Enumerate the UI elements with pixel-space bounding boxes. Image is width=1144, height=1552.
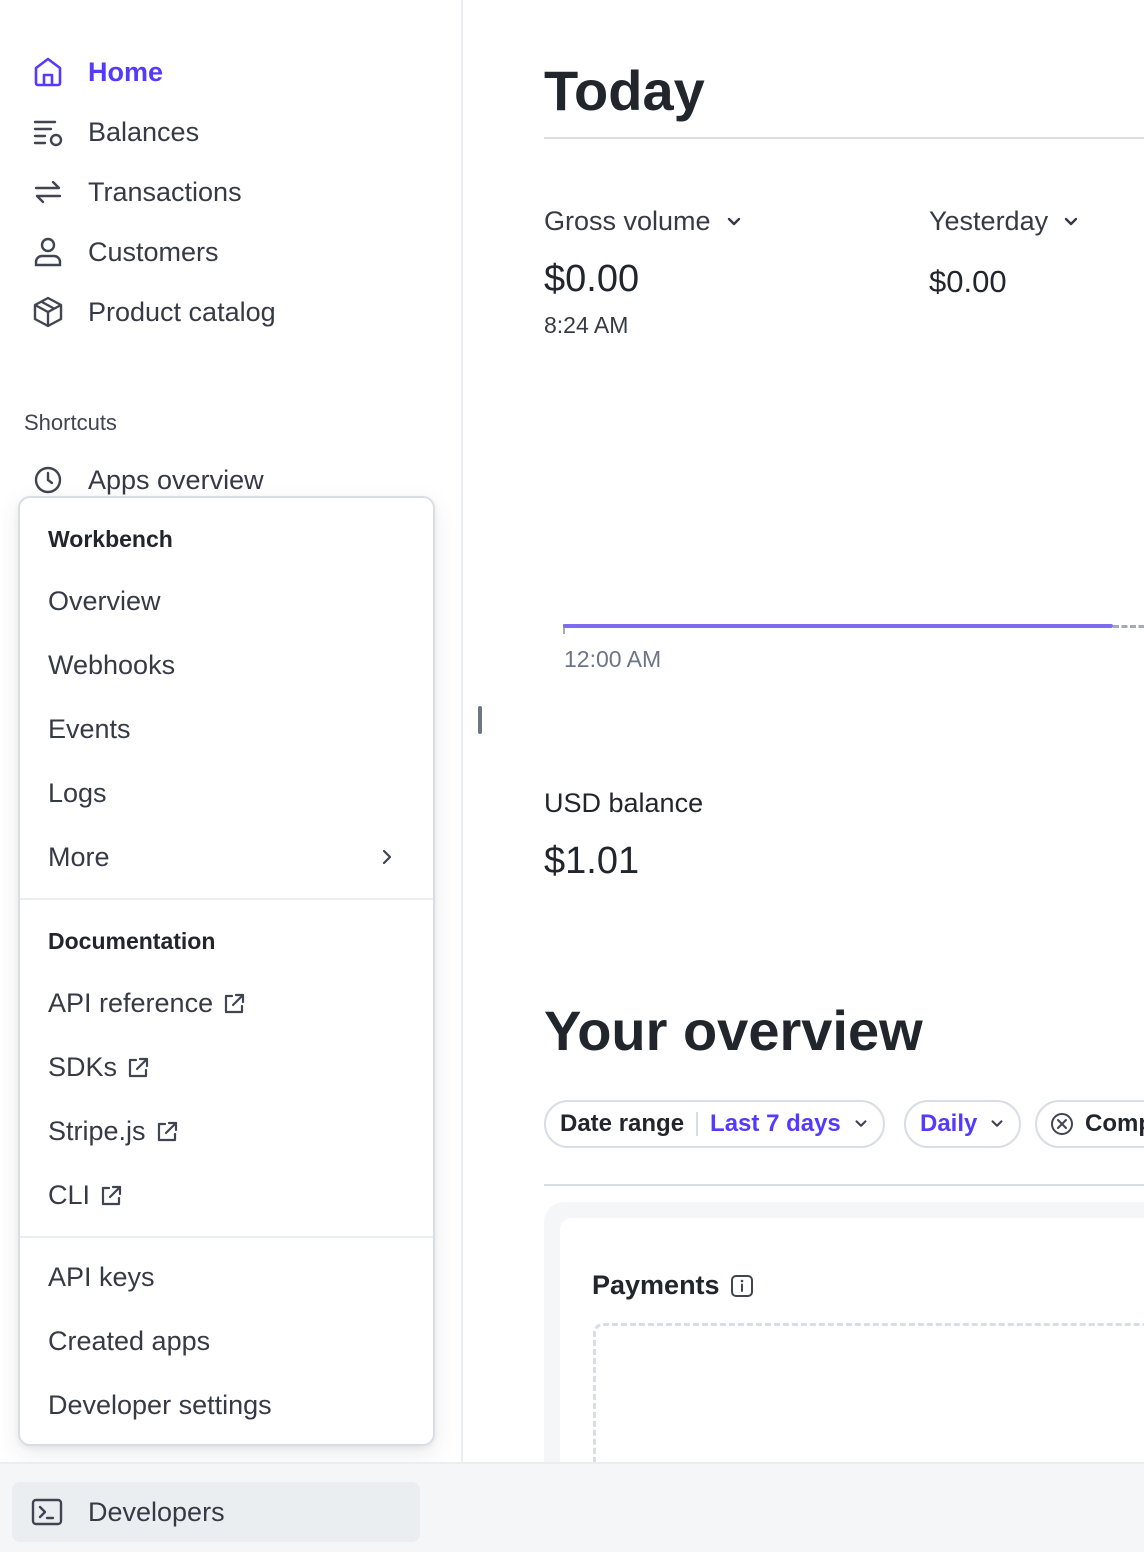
main-content: Today Gross volume $0.00 8:24 AM Yesterd… <box>544 0 1144 1462</box>
compare-period-value: $0.00 <box>929 264 1007 299</box>
menu-divider <box>20 1236 433 1238</box>
chevron-right-icon <box>378 848 396 871</box>
payments-card[interactable]: Payments <box>560 1218 1144 1462</box>
bottom-bar: Developers <box>0 1462 1144 1552</box>
menu-item-api-reference[interactable]: API reference <box>48 988 247 1019</box>
date-range-value: Last 7 days <box>710 1110 841 1137</box>
payments-card-container: Payments <box>544 1202 1144 1462</box>
yesterday-line <box>1113 625 1144 628</box>
clock-icon <box>30 462 66 498</box>
menu-item-sdks[interactable]: SDKs <box>48 1052 151 1083</box>
transactions-icon <box>30 174 66 210</box>
menu-item-stripe-js[interactable]: Stripe.js <box>48 1116 180 1147</box>
sidebar-item-label: Balances <box>88 116 200 147</box>
title-divider <box>544 137 1144 139</box>
gross-volume-value: $0.00 <box>544 258 640 300</box>
sidebar-item-label: Transactions <box>88 176 242 207</box>
sidebar-item-transactions[interactable]: Transactions <box>30 170 242 214</box>
box-icon <box>30 294 66 330</box>
developers-label: Developers <box>88 1496 225 1527</box>
menu-item-created-apps[interactable]: Created apps <box>48 1326 210 1357</box>
date-range-filter[interactable]: Date range Last 7 days <box>544 1100 885 1148</box>
menu-item-label: SDKs <box>48 1052 118 1082</box>
external-link-icon <box>154 1119 180 1145</box>
person-icon <box>30 234 66 270</box>
external-link-icon <box>221 991 247 1017</box>
menu-item-developer-settings[interactable]: Developer settings <box>48 1390 272 1421</box>
sidebar-item-label: Home <box>88 56 164 87</box>
developers-menu: Workbench Overview Webhooks Events Logs … <box>18 496 435 1446</box>
menu-item-label: More <box>48 842 110 872</box>
menu-item-overview[interactable]: Overview <box>48 586 161 617</box>
gross-volume-line <box>563 624 1113 628</box>
chevron-down-icon <box>989 1116 1005 1132</box>
sidebar-item-label: Apps overview <box>88 464 264 495</box>
sidebar-item-product-catalog[interactable]: Product catalog <box>30 290 276 334</box>
external-link-icon <box>98 1183 124 1209</box>
menu-item-label: CLI <box>48 1180 91 1210</box>
payments-card-header: Payments <box>592 1270 754 1301</box>
chevron-down-icon <box>725 213 743 231</box>
terminal-icon <box>30 1495 64 1529</box>
clear-circle-icon[interactable] <box>1049 1111 1075 1137</box>
gross-volume-label: Gross volume <box>544 206 711 236</box>
balances-icon <box>30 114 66 150</box>
documentation-heading: Documentation <box>48 928 216 954</box>
chevron-down-icon <box>853 1116 869 1132</box>
menu-item-webhooks[interactable]: Webhooks <box>48 650 175 681</box>
compare-period-label: Yesterday <box>929 206 1049 236</box>
sidebar-item-home[interactable]: Home <box>30 50 163 94</box>
interval-value: Daily <box>920 1110 978 1137</box>
gross-volume-time: 8:24 AM <box>544 312 629 338</box>
external-link-icon <box>125 1055 151 1081</box>
home-icon <box>30 54 66 90</box>
sidebar-item-balances[interactable]: Balances <box>30 110 199 154</box>
sidebar-item-customers[interactable]: Customers <box>30 230 219 274</box>
menu-divider <box>20 898 433 900</box>
chevron-down-icon <box>1062 213 1080 231</box>
sidebar-item-label: Customers <box>88 236 219 267</box>
usd-balance-value: $1.01 <box>544 840 640 882</box>
compare-filter[interactable]: Comp <box>1035 1100 1144 1148</box>
menu-item-api-keys[interactable]: API keys <box>48 1262 155 1293</box>
menu-item-cli[interactable]: CLI <box>48 1180 124 1211</box>
menu-item-more[interactable]: More <box>48 842 408 873</box>
menu-item-label: API reference <box>48 988 214 1018</box>
menu-item-events[interactable]: Events <box>48 714 131 745</box>
menu-item-label: Stripe.js <box>48 1116 146 1146</box>
interval-filter[interactable]: Daily <box>904 1100 1022 1148</box>
shortcuts-heading: Shortcuts <box>24 410 117 435</box>
payments-card-title: Payments <box>592 1270 720 1300</box>
menu-item-logs[interactable]: Logs <box>48 778 107 809</box>
compare-period-selector[interactable]: Yesterday <box>929 206 1080 237</box>
chip-separator <box>696 1112 699 1136</box>
gross-volume-selector[interactable]: Gross volume <box>544 206 743 237</box>
sidebar-item-label: Product catalog <box>88 296 276 327</box>
chart-start-time: 12:00 AM <box>564 646 662 672</box>
date-range-label: Date range <box>560 1110 685 1137</box>
usd-balance-label: USD balance <box>544 788 704 818</box>
workbench-heading: Workbench <box>48 526 173 552</box>
overview-title: Your overview <box>544 999 923 1062</box>
payments-chart-placeholder <box>593 1323 1144 1462</box>
resize-handle[interactable] <box>478 706 482 734</box>
page-title: Today <box>544 59 705 122</box>
compare-filter-label: Comp <box>1085 1110 1144 1137</box>
overview-divider <box>544 1184 1144 1186</box>
info-icon[interactable] <box>730 1274 754 1298</box>
developers-button[interactable]: Developers <box>12 1482 420 1542</box>
